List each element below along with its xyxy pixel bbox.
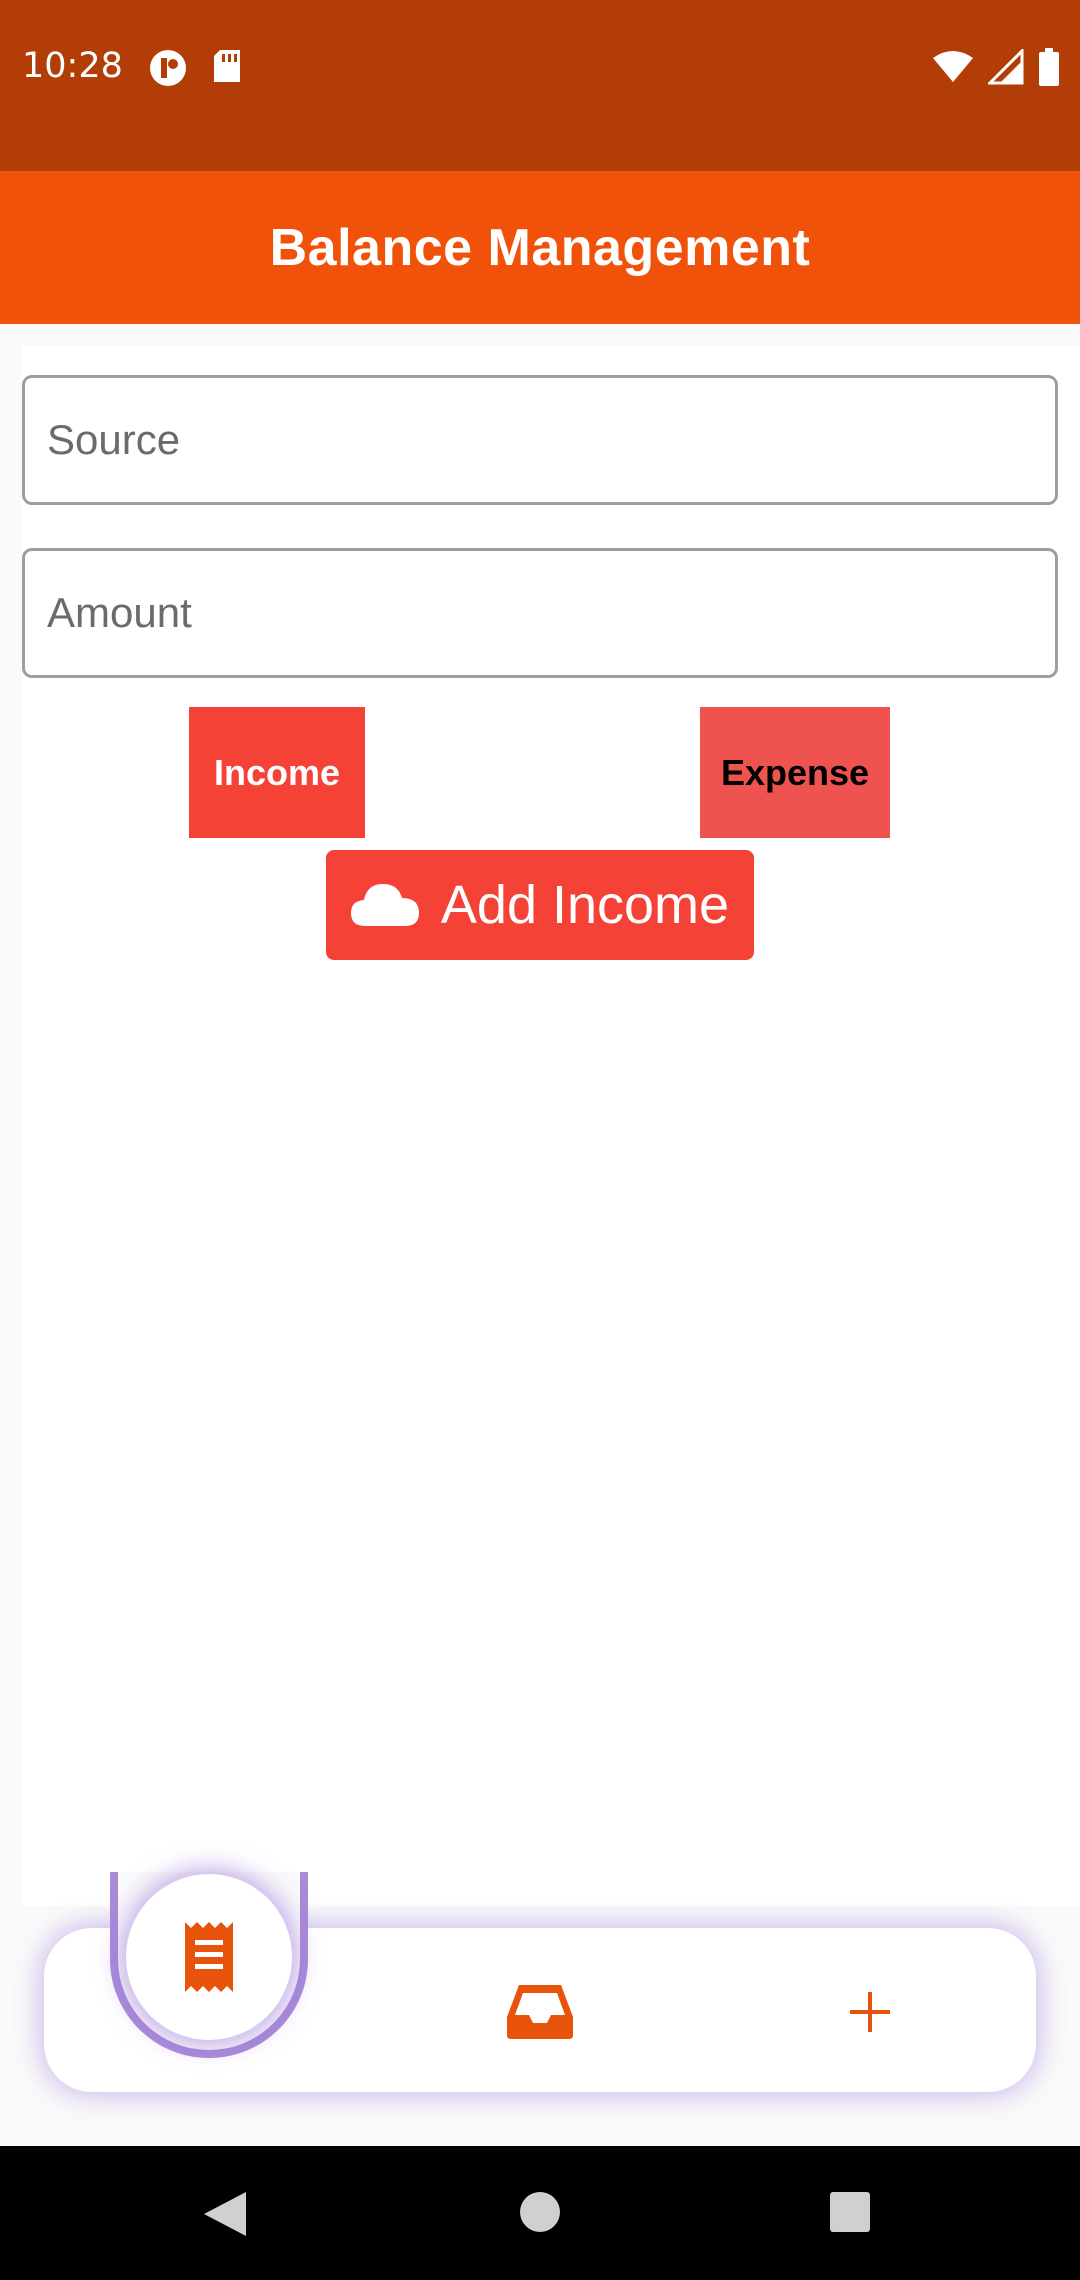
inbox-icon	[507, 1985, 573, 2039]
status-bar: 10:28	[0, 0, 1080, 171]
income-toggle-button[interactable]: Income	[189, 707, 365, 838]
amount-field[interactable]	[22, 548, 1058, 678]
nav-item-inbox[interactable]	[490, 1962, 590, 2062]
add-income-button[interactable]: Add Income	[326, 850, 754, 960]
cell-signal-icon	[988, 49, 1024, 85]
add-income-label: Add Income	[440, 875, 730, 935]
amount-input[interactable]	[45, 588, 1035, 638]
app-bar: Balance Management	[0, 171, 1080, 324]
sd-card-icon	[214, 50, 240, 82]
recents-icon[interactable]	[828, 2190, 872, 2234]
source-field[interactable]	[22, 375, 1058, 505]
home-icon[interactable]	[518, 2190, 562, 2234]
nav-item-receipt[interactable]	[126, 1874, 292, 2040]
cloud-icon	[350, 884, 419, 926]
page-title: Balance Management	[269, 218, 811, 277]
back-icon[interactable]	[202, 2190, 248, 2238]
plus-icon	[850, 1992, 890, 2032]
expense-toggle-button[interactable]: Expense	[700, 707, 890, 838]
status-time: 10:28	[22, 46, 123, 86]
battery-icon	[1039, 48, 1059, 86]
source-input[interactable]	[45, 415, 1035, 465]
notification-app-icon	[150, 50, 186, 86]
receipt-icon	[185, 1922, 233, 1992]
nav-item-add[interactable]	[820, 1962, 920, 2062]
wifi-icon	[933, 51, 973, 82]
